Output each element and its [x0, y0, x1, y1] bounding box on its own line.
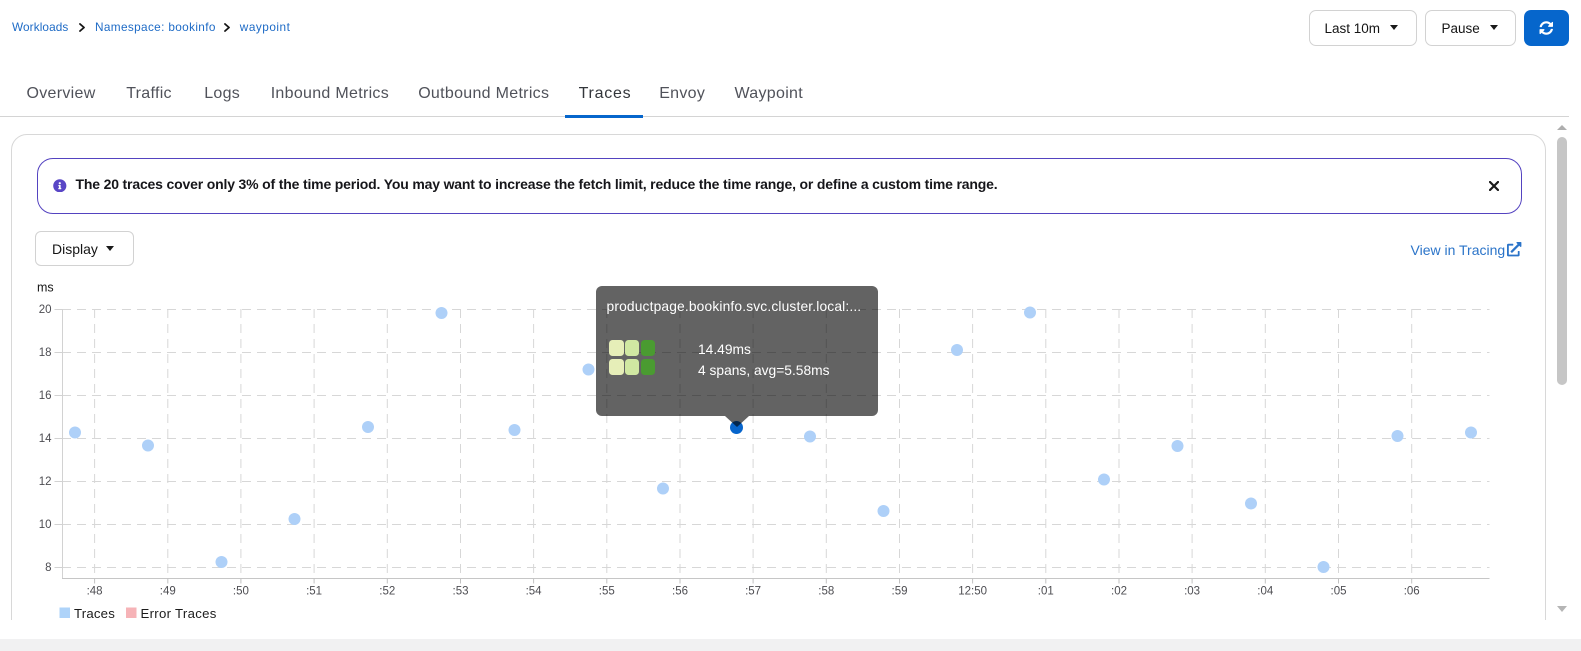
- svg-text:10: 10: [39, 519, 52, 531]
- svg-text:18: 18: [39, 347, 52, 359]
- svg-text::05: :05: [1331, 586, 1347, 598]
- svg-text:Error Traces: Error Traces: [141, 606, 217, 621]
- svg-text::49: :49: [160, 586, 176, 598]
- svg-text:16: 16: [39, 390, 52, 402]
- svg-text::02: :02: [1111, 586, 1127, 598]
- svg-text::54: :54: [526, 586, 543, 598]
- svg-text::58: :58: [818, 586, 834, 598]
- svg-text::51: :51: [306, 586, 322, 598]
- svg-text:20: 20: [39, 304, 52, 316]
- svg-text::57: :57: [745, 586, 761, 598]
- svg-text:14: 14: [39, 433, 52, 445]
- svg-text:8: 8: [45, 562, 51, 574]
- svg-text::04: :04: [1257, 586, 1274, 598]
- svg-text::55: :55: [599, 586, 615, 598]
- svg-text:12: 12: [39, 476, 52, 488]
- svg-text::06: :06: [1404, 586, 1420, 598]
- svg-text:12:50: 12:50: [958, 586, 987, 598]
- svg-text:Traces: Traces: [74, 606, 115, 621]
- svg-text::59: :59: [892, 586, 908, 598]
- svg-text::56: :56: [672, 586, 688, 598]
- svg-text:ms: ms: [37, 281, 54, 295]
- svg-text::01: :01: [1038, 586, 1054, 598]
- svg-text::53: :53: [453, 586, 469, 598]
- svg-text::52: :52: [379, 586, 395, 598]
- svg-text::48: :48: [87, 586, 103, 598]
- svg-text::03: :03: [1184, 586, 1200, 598]
- svg-text::50: :50: [233, 586, 249, 598]
